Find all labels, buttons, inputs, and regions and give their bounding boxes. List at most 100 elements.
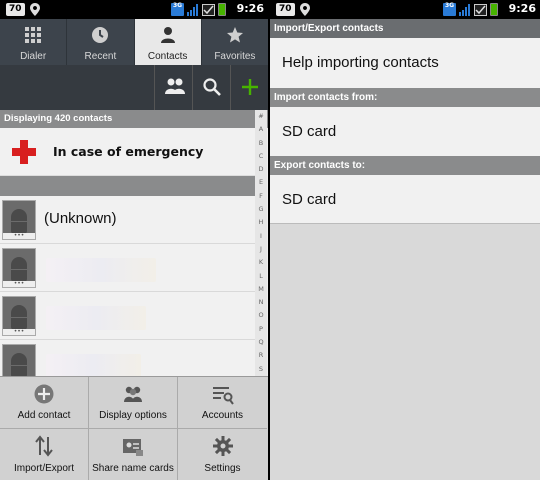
location-pin-icon	[300, 3, 310, 16]
network-3g-icon: 3G	[443, 3, 456, 16]
star-icon	[226, 27, 243, 43]
export-section-header: Export contacts to:	[270, 156, 540, 175]
import-export-screen: 70 3G 9:26 Import/Export contacts Help i…	[270, 0, 540, 480]
signal-icon	[187, 3, 198, 16]
alpha-index-letter[interactable]: #	[255, 110, 267, 123]
tab-label: Contacts	[147, 51, 188, 62]
tab-recent[interactable]: Recent	[67, 19, 135, 65]
alpha-index-letter[interactable]: G	[255, 203, 267, 216]
red-cross-icon	[12, 140, 36, 164]
alpha-index-letter[interactable]: C	[255, 150, 267, 163]
avatar: •••	[2, 200, 36, 240]
tab-contacts[interactable]: Contacts	[134, 19, 202, 65]
alpha-index-letter[interactable]: F	[255, 190, 267, 203]
menu-display-options[interactable]: Display options	[89, 377, 178, 429]
alpha-index-letter[interactable]: R	[255, 349, 267, 362]
add-contact-button[interactable]	[230, 65, 268, 110]
share-card-icon	[123, 439, 143, 456]
alpha-index-letter[interactable]: B	[255, 137, 267, 150]
menu-accounts[interactable]: Accounts	[178, 377, 267, 429]
menu-add-contact[interactable]: Add contact	[0, 377, 89, 429]
tab-favorites[interactable]: Favorites	[202, 19, 268, 65]
signal-icon	[459, 3, 470, 16]
location-pin-icon	[30, 3, 40, 16]
status-bar: 70 3G 9:26	[0, 0, 268, 19]
options-menu: Add contact Display options Accounts Imp…	[0, 376, 268, 480]
tab-bar: Dialer Recent Contacts Favorites	[0, 19, 268, 65]
alpha-index-letter[interactable]: Q	[255, 336, 267, 349]
dialpad-icon	[25, 27, 42, 43]
import-export-icon	[35, 435, 53, 457]
import-section-header: Import contacts from:	[270, 88, 540, 107]
alpha-index-letter[interactable]: N	[255, 296, 267, 309]
emergency-contacts-row[interactable]: In case of emergency	[0, 128, 255, 176]
blurred-contact-name	[46, 258, 156, 282]
alpha-index-letter[interactable]: H	[255, 216, 267, 229]
menu-label: Add contact	[17, 410, 71, 421]
contacts-screen: 70 3G 9:26 Dialer Recent Contacts Favori…	[0, 0, 268, 480]
search-button[interactable]	[192, 65, 230, 110]
alpha-index-letter[interactable]: M	[255, 283, 267, 296]
menu-share-name-cards[interactable]: Share name cards	[89, 429, 178, 480]
alpha-index-letter[interactable]: A	[255, 123, 267, 136]
contact-row[interactable]: •••	[0, 292, 255, 340]
people-icon	[124, 386, 142, 402]
menu-settings[interactable]: Settings	[178, 429, 267, 480]
groups-icon	[165, 78, 185, 94]
menu-label: Share name cards	[92, 463, 174, 474]
emergency-label: In case of emergency	[53, 144, 204, 159]
import-sd-card-item[interactable]: SD card	[270, 107, 540, 156]
screen: 70 3G 9:26 Dialer Recent Contacts Favori…	[0, 0, 540, 480]
message-icon	[474, 3, 487, 16]
contact-name: (Unknown)	[44, 210, 117, 227]
network-3g-icon: 3G	[171, 3, 184, 16]
groups-button[interactable]	[154, 65, 192, 110]
alpha-index-letter[interactable]: J	[255, 243, 267, 256]
contact-row[interactable]: •••	[0, 244, 255, 292]
tab-label: Recent	[84, 51, 117, 62]
status-time: 9:26	[508, 2, 536, 15]
contact-row[interactable]: ••• (Unknown)	[0, 196, 255, 244]
blurred-contact-name	[46, 306, 146, 330]
action-bar	[0, 65, 268, 110]
status-time: 9:26	[236, 2, 264, 15]
alpha-index-letter[interactable]: K	[255, 256, 267, 269]
avatar: •••	[2, 248, 36, 288]
battery-icon	[490, 3, 498, 16]
person-icon	[160, 27, 175, 43]
alpha-index-letter[interactable]: S	[255, 363, 267, 376]
tab-dialer[interactable]: Dialer	[0, 19, 68, 65]
menu-import-export[interactable]: Import/Export	[0, 429, 89, 480]
alpha-index-letter[interactable]: I	[255, 230, 267, 243]
alphabet-scroller[interactable]: #ABCDEFGHIJKLMNOPQRST	[255, 110, 267, 386]
avatar: •••	[2, 296, 36, 336]
menu-label: Settings	[204, 463, 241, 474]
plus-icon	[242, 79, 258, 95]
tab-label: Dialer	[20, 51, 47, 62]
alpha-index-letter[interactable]: L	[255, 270, 267, 283]
menu-label: Accounts	[201, 410, 244, 421]
battery-icon	[218, 3, 226, 16]
add-circle-icon	[34, 384, 54, 404]
page-title: Import/Export contacts	[270, 19, 540, 38]
alpha-index-letter[interactable]: P	[255, 323, 267, 336]
alpha-index-letter[interactable]: D	[255, 163, 267, 176]
status-bar: 70 3G 9:26	[270, 0, 540, 19]
notification-badge: 70	[6, 3, 25, 16]
clock-icon	[92, 27, 109, 43]
accounts-key-icon	[212, 387, 234, 405]
help-importing-item[interactable]: Help importing contacts	[270, 38, 540, 88]
blurred-contact-name	[46, 354, 141, 378]
alpha-index-letter[interactable]: E	[255, 176, 267, 189]
section-divider	[0, 176, 255, 196]
alpha-index-letter[interactable]: O	[255, 309, 267, 322]
menu-label: Import/Export	[13, 463, 75, 474]
notification-badge: 70	[276, 3, 295, 16]
gear-icon	[212, 436, 233, 456]
export-sd-card-item[interactable]: SD card	[270, 175, 540, 224]
message-icon	[202, 3, 215, 16]
tab-label: Favorites	[214, 51, 256, 62]
contacts-count: Displaying 420 contacts	[0, 110, 268, 128]
search-icon	[203, 78, 221, 96]
menu-label: Display options	[99, 410, 167, 421]
